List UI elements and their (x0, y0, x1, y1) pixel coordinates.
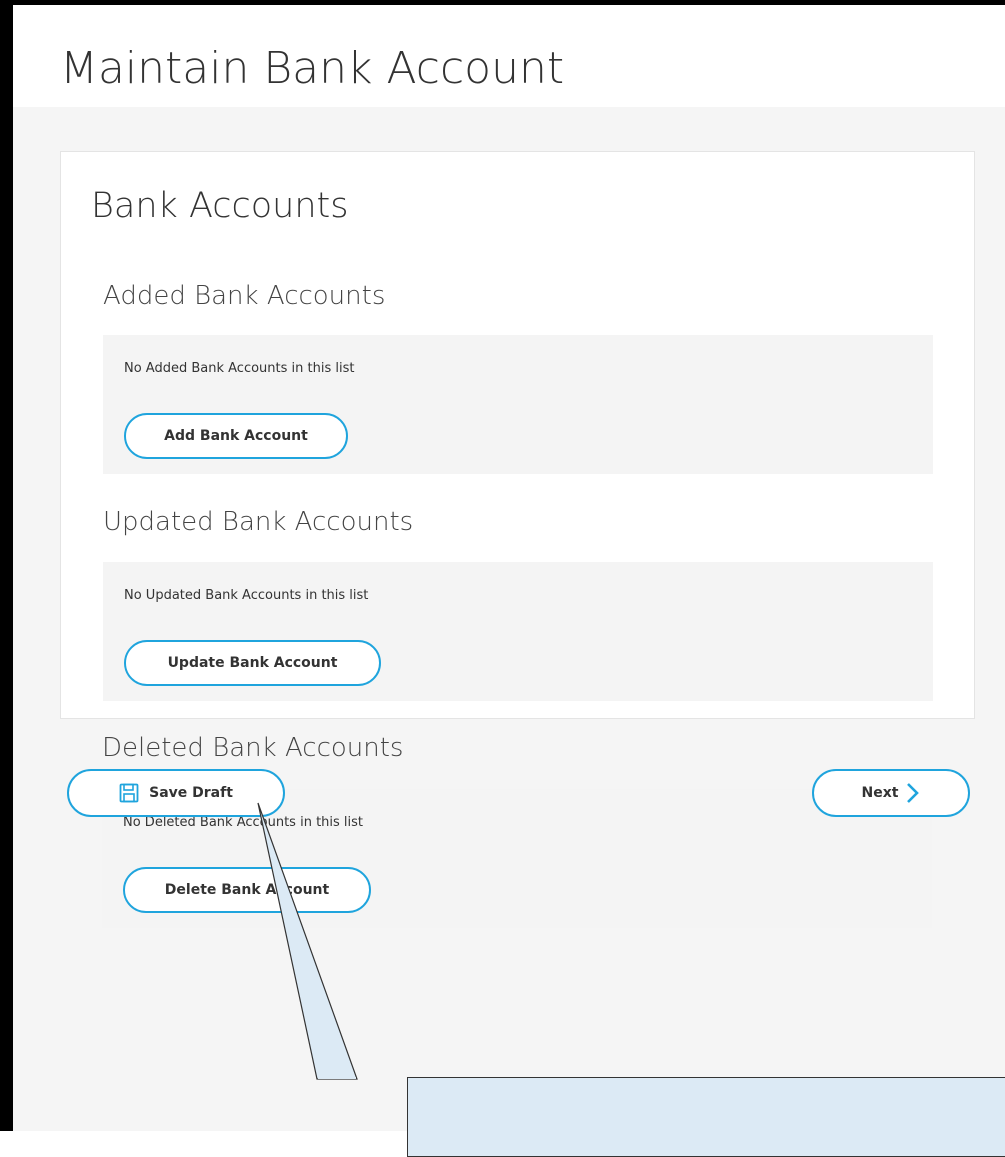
next-label: Next (861, 785, 899, 801)
updated-section-title: Updated Bank Accounts (103, 507, 414, 537)
delete-bank-account-button[interactable]: Delete Bank Account (123, 867, 371, 913)
added-accounts-panel: No Added Bank Accounts in this list Add … (103, 335, 933, 474)
card-title: Bank Accounts (91, 186, 349, 226)
save-draft-label: Save Draft (149, 785, 233, 801)
added-section-title: Added Bank Accounts (103, 281, 386, 311)
next-button[interactable]: Next (812, 769, 970, 817)
chevron-right-icon (906, 782, 920, 804)
add-bank-account-button[interactable]: Add Bank Account (124, 413, 348, 459)
deleted-section-title: Deleted Bank Accounts (102, 733, 404, 763)
update-bank-account-button[interactable]: Update Bank Account (124, 640, 381, 686)
callout-box (407, 1077, 1005, 1157)
added-empty-message: No Added Bank Accounts in this list (124, 361, 355, 376)
floppy-disk-icon (119, 783, 139, 803)
deleted-empty-message: No Deleted Bank Accounts in this list (123, 815, 364, 830)
updated-accounts-panel: No Updated Bank Accounts in this list Up… (103, 562, 933, 701)
save-draft-button[interactable]: Save Draft (67, 769, 285, 817)
bank-accounts-card: Bank Accounts Added Bank Accounts No Add… (60, 151, 975, 719)
updated-empty-message: No Updated Bank Accounts in this list (124, 588, 369, 603)
page-title: Maintain Bank Account (60, 43, 565, 94)
